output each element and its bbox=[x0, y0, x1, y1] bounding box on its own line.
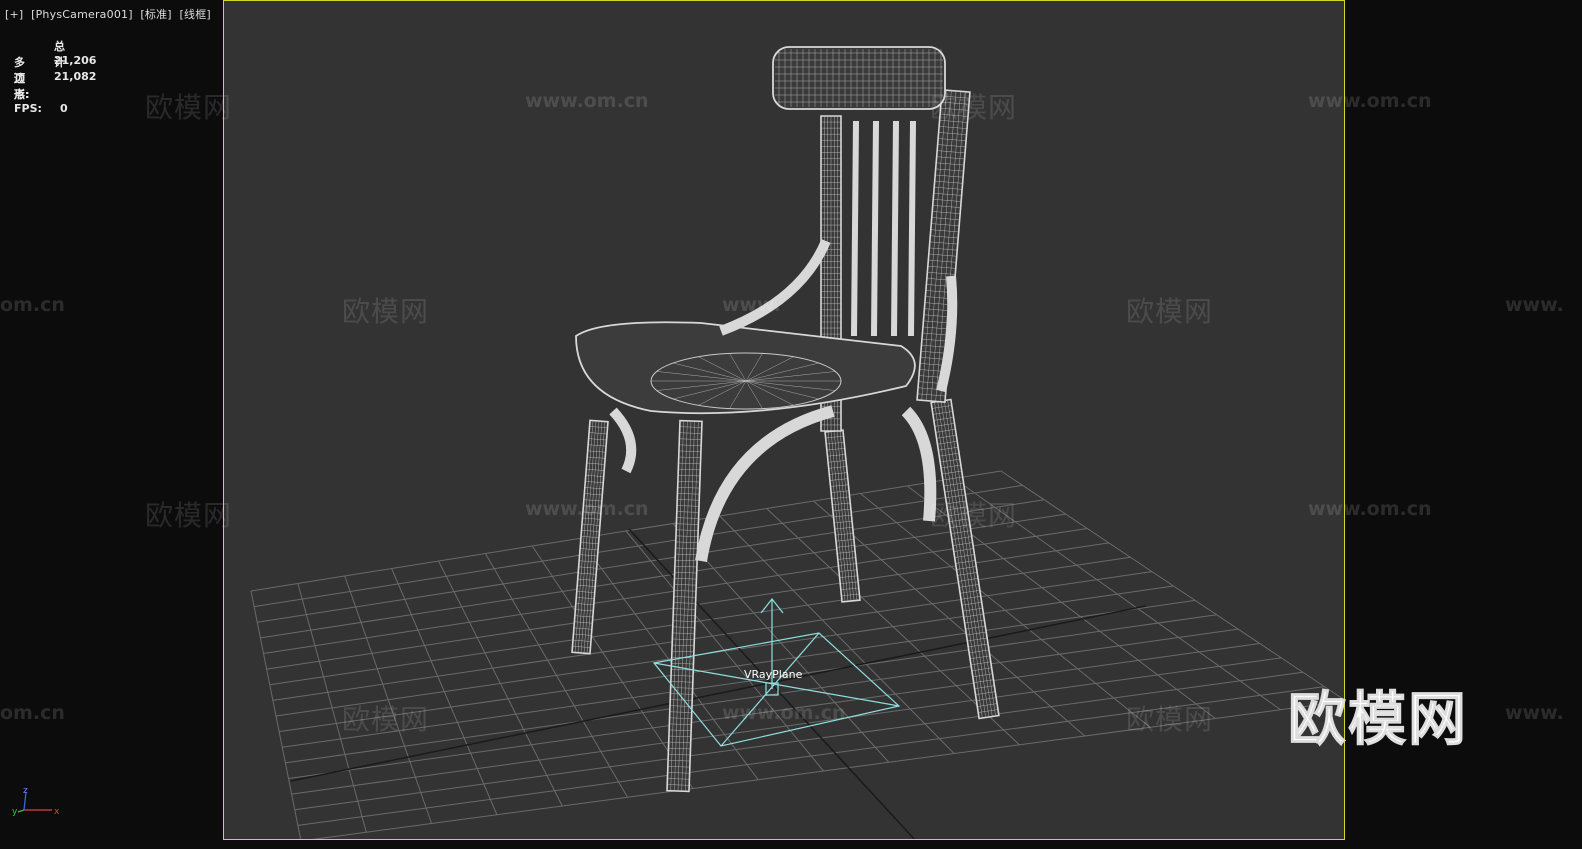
watermark-cn: 欧模网 bbox=[342, 295, 430, 328]
chair-arch-left bbox=[609, 407, 637, 474]
chair-top-rail bbox=[772, 46, 946, 110]
watermark-cn: 欧模网 bbox=[342, 703, 430, 736]
vray-plane-label: VRayPlane bbox=[744, 668, 803, 681]
watermark-url: www.om.cn bbox=[525, 498, 649, 520]
x-axis-label: x bbox=[54, 807, 60, 817]
y-axis-line bbox=[17, 809, 25, 813]
chair-arch-front bbox=[695, 405, 835, 562]
watermark-cn: 欧模网 bbox=[1126, 703, 1214, 736]
grid-line bbox=[294, 671, 1303, 811]
chair-seat bbox=[575, 321, 916, 415]
axis-gizmo: x z y bbox=[12, 786, 60, 817]
chair-back-support bbox=[719, 239, 831, 336]
viewport-display-mode[interactable]: [线框] bbox=[180, 8, 211, 21]
fps-value: 0 bbox=[60, 102, 68, 115]
watermark-url-partial: om.cn bbox=[0, 702, 65, 724]
viewport-camera[interactable]: [PhysCamera001] bbox=[31, 8, 133, 21]
chair-arch-side bbox=[901, 406, 937, 522]
watermark-cn: 欧模网 bbox=[1126, 295, 1214, 328]
watermark-cn: 欧模网 bbox=[145, 91, 233, 124]
z-axis-label: z bbox=[23, 786, 28, 796]
grid-line bbox=[285, 628, 1239, 764]
viewport-menu[interactable]: [+] bbox=[5, 8, 23, 21]
watermark-cn: 欧模网 bbox=[930, 91, 1018, 124]
watermark-url: www.om.cn bbox=[722, 702, 846, 724]
watermark-url-partial: www. bbox=[722, 294, 781, 316]
brand-logo: 欧模网 bbox=[1287, 685, 1469, 754]
watermark-cn: 欧模网 bbox=[145, 499, 233, 532]
viewport-label[interactable]: [+] [PhysCamera001] [标准] [线框] bbox=[5, 6, 215, 22]
chair-back-slat bbox=[851, 120, 859, 337]
watermark-url-partial: om.cn bbox=[0, 294, 65, 316]
fps-label: FPS: bbox=[14, 102, 42, 115]
chair-back-slat bbox=[908, 120, 916, 337]
world-axes bbox=[290, 528, 1147, 839]
vertices-value: 21,082 bbox=[54, 70, 97, 83]
watermark-cn: 欧模网 bbox=[930, 499, 1018, 532]
home-grid bbox=[250, 470, 1344, 839]
watermark-url-partial: www. bbox=[1505, 702, 1564, 724]
chair-back-slat bbox=[891, 120, 899, 337]
watermark-url: www.om.cn bbox=[1308, 90, 1432, 112]
polygons-value: 21,206 bbox=[54, 54, 97, 67]
y-axis-label: y bbox=[12, 807, 18, 817]
chair-back-slat bbox=[871, 120, 879, 337]
vertices-label: 顶点: bbox=[14, 72, 30, 101]
watermark-url-partial: www. bbox=[1505, 294, 1564, 316]
watermark-url: www.om.cn bbox=[1308, 498, 1432, 520]
viewport-shading[interactable]: [标准] bbox=[140, 8, 171, 21]
watermark-url: www.om.cn bbox=[525, 90, 649, 112]
